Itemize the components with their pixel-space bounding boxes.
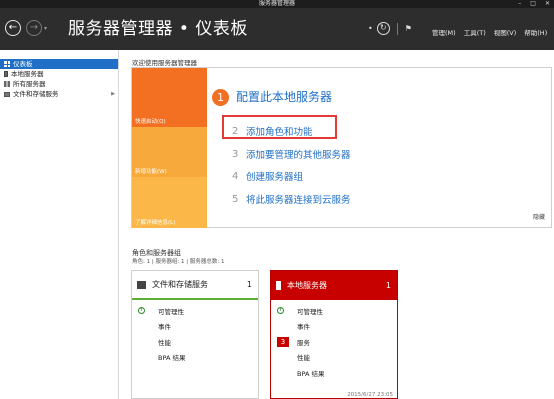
welcome-panel: 快速启动(Q) 新增功能(W) 了解详细信息(L) 1 配置此本地服务器 2 添… — [131, 67, 552, 228]
row-label: 事件 — [297, 323, 310, 332]
header-menu: 管理(M) 工具(T) 视图(V) 帮助(H) — [432, 27, 547, 37]
sidebar-item-file-storage[interactable]: 文件和存储服务 ▶ — [0, 89, 118, 99]
tile-whats-new[interactable]: 新增功能(W) — [132, 127, 207, 177]
close-icon[interactable]: ✕ — [545, 0, 550, 8]
card-row-events[interactable]: 事件 — [132, 319, 258, 335]
menu-view[interactable]: 视图(V) — [494, 27, 517, 37]
maximize-icon[interactable]: □ — [530, 0, 536, 8]
dashboard-icon — [4, 61, 10, 67]
row-label: BPA 结果 — [297, 369, 325, 378]
menu-help[interactable]: 帮助(H) — [524, 27, 547, 37]
tile-quick-start[interactable]: 快速启动(Q) — [132, 68, 207, 127]
row-label: 可管理性 — [297, 307, 323, 316]
check-circle-icon: ↑ — [277, 307, 284, 315]
configure-local-server-link[interactable]: 配置此本地服务器 — [236, 89, 332, 106]
card-row-bpa[interactable]: BPA 结果 — [271, 365, 397, 381]
hide-link[interactable]: 隐藏 — [533, 212, 545, 221]
step-connect-cloud[interactable]: 5 将此服务器连接到云服务 — [232, 192, 351, 207]
sidebar-item-label: 文件和存储服务 — [13, 90, 59, 98]
tile-label: 新增功能(W) — [135, 169, 167, 175]
arrow-right-icon: → — [29, 22, 39, 33]
row-label: BPA 结果 — [158, 354, 186, 363]
highlight-annotation — [222, 115, 337, 139]
flag-icon[interactable]: ⚑ — [405, 24, 412, 33]
refresh-icon[interactable]: ↻ — [376, 22, 390, 35]
row-label: 服务 — [297, 338, 310, 347]
step-number-badge: 1 — [212, 89, 229, 106]
step-create-group[interactable]: 4 创建服务器组 — [232, 169, 304, 184]
card-timestamp: 2015/6/27 23:05 — [347, 392, 393, 398]
alert-count-badge: 3 — [277, 336, 289, 347]
tile-label: 快速启动(Q) — [135, 119, 166, 125]
tile-label: 了解详细信息(L) — [135, 220, 176, 226]
menu-manage[interactable]: 管理(M) — [432, 27, 456, 37]
row-label: 事件 — [158, 323, 171, 332]
card-header[interactable]: 本地服务器 1 — [271, 271, 397, 300]
sidebar-item-label: 仪表板 — [13, 60, 33, 68]
tile-learn-more[interactable]: 了解详细信息(L) — [132, 177, 207, 228]
menu-tools[interactable]: 工具(T) — [464, 27, 486, 37]
step-number: 4 — [232, 170, 239, 182]
history-dropdown-icon[interactable]: ▾ — [44, 25, 47, 32]
servers-icon — [4, 81, 10, 87]
step-add-servers[interactable]: 3 添加要管理的其他服务器 — [232, 147, 351, 162]
card-row-events[interactable]: 事件 — [271, 319, 397, 335]
sidebar-item-local-server[interactable]: 本地服务器 — [0, 69, 118, 79]
step-label: 添加要管理的其他服务器 — [246, 150, 351, 161]
roles-summary: 角色: 1 | 服务器组: 1 | 服务器总数: 1 — [132, 259, 225, 265]
card-row-bpa[interactable]: BPA 结果 — [132, 350, 258, 366]
check-circle-icon: ↑ — [138, 307, 145, 315]
separator — [396, 22, 398, 35]
step-label: 创建服务器组 — [246, 172, 304, 183]
window-titlebar: 服务器管理器 – □ ✕ — [0, 0, 554, 8]
card-title: 文件和存储服务 — [152, 280, 208, 289]
forward-button[interactable]: → — [26, 20, 42, 36]
storage-icon — [4, 91, 10, 97]
sidebar-item-dashboard[interactable]: 仪表板 — [0, 59, 118, 69]
card-row-manageability[interactable]: ↑ 可管理性 — [132, 303, 258, 319]
card-row-performance[interactable]: 性能 — [271, 350, 397, 366]
card-row-services[interactable]: 3 服务 — [271, 334, 397, 350]
sidebar-item-label: 本地服务器 — [11, 70, 44, 78]
header-bar: ← → ▾ 服务器管理器 • 仪表板 • ↻ ⚑ 管理(M) 工具(T) 视图(… — [0, 8, 554, 50]
window-controls: – □ ✕ — [518, 0, 550, 8]
card-title: 本地服务器 — [287, 281, 327, 290]
dropdown-icon[interactable]: • — [368, 24, 373, 33]
server-icon — [276, 281, 281, 290]
sidebar-item-label: 所有服务器 — [13, 80, 46, 88]
page-title: 服务器管理器 • 仪表板 — [68, 19, 248, 39]
storage-icon — [137, 280, 146, 289]
header-icons: • ↻ ⚑ — [368, 22, 412, 35]
server-icon — [4, 71, 8, 77]
window-title: 服务器管理器 — [258, 0, 295, 7]
welcome-label: 欢迎使用服务器管理器 — [132, 59, 197, 67]
back-button[interactable]: ← — [5, 20, 21, 36]
step-label: 将此服务器连接到云服务 — [246, 195, 351, 206]
chevron-right-icon: ▶ — [111, 91, 115, 97]
card-row-performance[interactable]: 性能 — [132, 334, 258, 350]
card-header[interactable]: 文件和存储服务 1 — [132, 271, 258, 300]
arrow-left-icon: ← — [8, 22, 18, 33]
card-count: 1 — [246, 280, 252, 289]
row-label: 性能 — [158, 338, 171, 347]
row-label: 可管理性 — [158, 307, 184, 316]
step-number: 5 — [232, 193, 239, 205]
role-card-local-server[interactable]: 本地服务器 1 ↑ 可管理性 事件 3 服务 性能 BPA 结果 2015/6/… — [270, 270, 398, 399]
role-card-file-storage[interactable]: 文件和存储服务 1 ↑ 可管理性 事件 性能 BPA 结果 — [131, 270, 259, 399]
minimize-icon[interactable]: – — [518, 0, 521, 8]
sidebar: 仪表板 本地服务器 所有服务器 文件和存储服务 ▶ — [0, 50, 119, 399]
sidebar-item-all-servers[interactable]: 所有服务器 — [0, 79, 118, 89]
card-count: 1 — [385, 281, 391, 290]
card-row-manageability[interactable]: ↑ 可管理性 — [271, 303, 397, 319]
row-label: 性能 — [297, 354, 310, 363]
step-number: 3 — [232, 148, 239, 160]
